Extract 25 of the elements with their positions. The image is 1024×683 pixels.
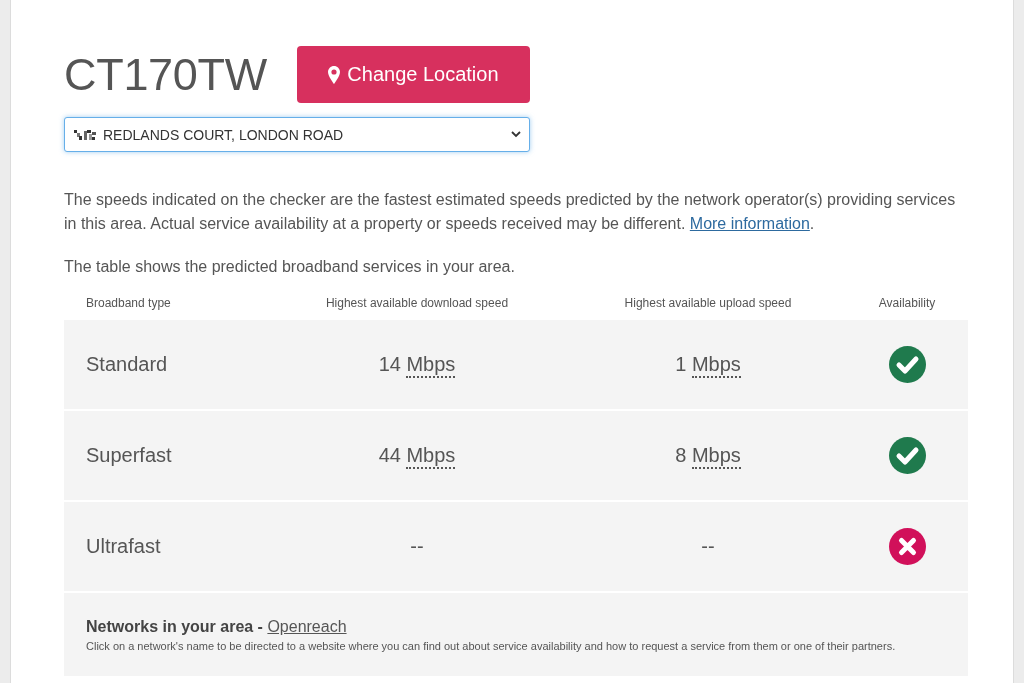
broadband-type-label: Ultrafast <box>85 535 161 558</box>
networks-heading: Networks in your area - Openreach <box>86 617 348 637</box>
postcode-heading: CT170TW <box>64 48 267 102</box>
column-header: Availability <box>878 296 936 310</box>
column-header: Broadband type <box>85 296 171 310</box>
broadband-type-label: Standard <box>85 353 168 376</box>
map-pin-icon <box>328 65 341 84</box>
change-location-button[interactable]: Change Location <box>296 46 530 103</box>
networks-note: Click on a network's name to be directed to a website where you can find out about service availability and how to request a service from them or one of their partners. <box>86 639 897 653</box>
disclaimer-text: The speeds indicated on the checker are the fastest estimated speeds predicted by the network operator(s) providing services in this area. Actual service availability at a property or speeds received may be different. More information. <box>64 190 957 234</box>
upload-speed-text: 1 Mbps <box>675 353 741 376</box>
blurred-text-icon <box>74 128 96 141</box>
column-header: Highest available upload speed <box>624 296 792 310</box>
download-speed-text: 14 Mbps <box>378 353 456 376</box>
broadband-type-label: Superfast <box>85 444 172 467</box>
download-speed-text: 44 Mbps <box>378 444 456 467</box>
more-information-link[interactable]: More information <box>689 215 810 232</box>
upload-speed-text: -- <box>701 535 715 558</box>
table-intro-text: The table shows the predicted broadband services in your area. <box>64 257 516 277</box>
caret-icon <box>511 131 521 138</box>
openreach-link[interactable]: Openreach <box>267 618 347 635</box>
upload-speed-text: 8 Mbps <box>675 444 741 467</box>
address-dropdown[interactable]: REDLANDS COURT, LONDON ROAD <box>64 117 530 152</box>
download-speed-text: -- <box>410 535 424 558</box>
column-header: Highest available download speed <box>325 296 509 310</box>
